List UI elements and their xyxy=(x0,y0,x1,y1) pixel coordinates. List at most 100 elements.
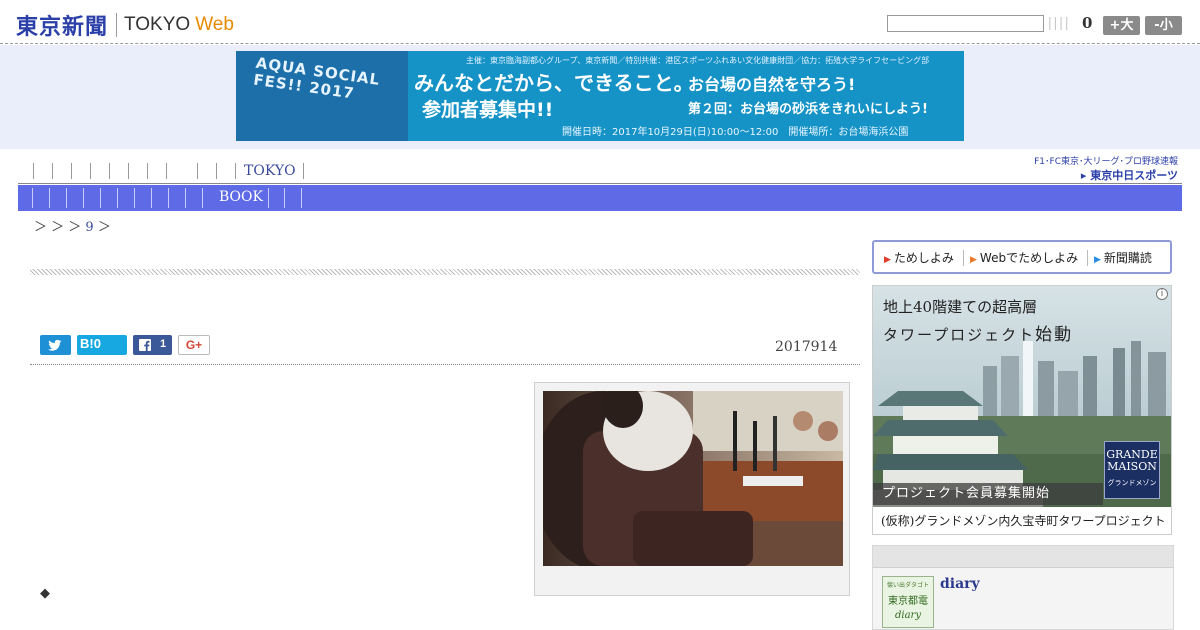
diary-thumbnail[interactable]: 懐い出ダタゴト 東京都電 diary xyxy=(882,576,934,628)
ad-subheadline: タワープロジェクト始動 xyxy=(883,320,1073,345)
article-photo[interactable] xyxy=(543,391,843,566)
ad-headline: 地上40階建ての超高層 xyxy=(883,298,1038,316)
chunichi-sports-link[interactable]: F1･FC東京･大リーグ･プロ野球速報 ▸ 東京中日スポーツ xyxy=(1024,154,1178,183)
breadcrumb: ＞ ＞ ＞ 9 ＞ xyxy=(34,216,111,235)
nav2-separator xyxy=(134,188,135,208)
subscribe-link[interactable]: ▶ 新聞購読 xyxy=(1094,249,1152,266)
facebook-count: 1 xyxy=(160,338,167,350)
chunichi-logo: ▸ 東京中日スポーツ xyxy=(1080,169,1178,182)
banner-shirt-text: AQUA SOCIAL FES!! 2017 xyxy=(252,53,382,103)
nav-separator xyxy=(128,163,129,179)
breadcrumb-prefix: ＞ ＞ ＞ xyxy=(34,220,82,235)
font-size-down-button[interactable]: -小 xyxy=(1145,16,1182,35)
ad-cta-bar: プロジェクト会員募集開始 xyxy=(873,483,1103,505)
nav-separator xyxy=(302,163,304,179)
nav-item-tokyo[interactable]: TOKYO xyxy=(244,163,296,179)
nav-separator xyxy=(216,163,217,179)
nav2-separator xyxy=(168,188,169,208)
primary-nav: TOKYO xyxy=(33,159,322,183)
banner-subheadline: お台場の自然を守ろう! xyxy=(688,75,856,94)
grande-maison-logo: GRANDE MAISON グランドメゾン xyxy=(1104,441,1160,499)
nav-item-book[interactable]: BOOK xyxy=(219,189,263,205)
diary-box-header xyxy=(873,546,1173,568)
banner-sponsor: 主催：東京臨海副都心グループ、東京新聞／特別共催：港区スポーツふれあい文化健康財… xyxy=(466,56,930,65)
event-banner[interactable]: AQUA SOCIAL FES!! 2017 主催：東京臨海副都心グループ、東京… xyxy=(236,51,964,141)
nav2-separator xyxy=(83,188,84,208)
chunichi-caption: F1･FC東京･大リーグ･プロ野球速報 xyxy=(1034,157,1178,167)
subscribe-label: 新聞購読 xyxy=(1103,251,1152,265)
trial-read-link[interactable]: ▶ ためしよみ xyxy=(884,249,954,266)
facebook-share-button[interactable]: 1 xyxy=(133,335,172,355)
breadcrumb-suffix: ＞ xyxy=(97,220,111,235)
diary-thumb-sub: diary xyxy=(895,610,921,621)
sidebar-advertisement[interactable]: i 地上40階建ての超高層 タワープロジェクト始動 GRANDE MAISON … xyxy=(872,285,1172,535)
brand-line-3: グランドメゾン xyxy=(1107,479,1157,487)
google-plus-share-button[interactable]: G+ xyxy=(178,335,210,355)
trial-read-label: ためしよみ xyxy=(893,251,954,265)
nav-separator xyxy=(197,163,198,179)
facebook-icon xyxy=(139,339,151,351)
header-count: 0 xyxy=(1082,14,1093,32)
banner-shirt-image: AQUA SOCIAL FES!! 2017 xyxy=(236,51,408,141)
nav2-separator xyxy=(268,188,269,208)
twitter-share-button[interactable] xyxy=(40,335,71,355)
nav-separator xyxy=(166,163,167,179)
nav2-separator xyxy=(301,188,302,208)
search-input[interactable] xyxy=(887,15,1044,32)
diary-thumb-caption: 懐い出ダタゴト xyxy=(886,582,929,589)
nav2-separator xyxy=(284,188,285,208)
nav-separator xyxy=(71,163,72,179)
banner-headline: みんなとだから、できること。 xyxy=(414,71,694,95)
arrow-right-icon: ▶ xyxy=(970,255,977,265)
press-conference-photo-illustration xyxy=(543,391,843,566)
hatena-bookmark-button[interactable]: B!0 xyxy=(77,335,127,355)
arrow-right-icon: ▶ xyxy=(884,255,891,265)
ad-footer: (仮称)グランドメゾン内久宝寺町タワープロジェクト xyxy=(873,507,1171,534)
menu-divider xyxy=(963,250,964,266)
diary-link[interactable]: diary xyxy=(940,576,980,592)
nav2-separator xyxy=(32,188,33,208)
nav-separator xyxy=(52,163,53,179)
menu-divider xyxy=(1087,250,1088,266)
paragraph-bullet: ◆ xyxy=(40,586,50,601)
ad-subheadline-b: 始動 xyxy=(1035,325,1074,345)
article-photo-frame xyxy=(534,382,850,596)
web-trial-read-label: Webでためしよみ xyxy=(979,251,1079,265)
banner-recruit: 参加者募集中!! xyxy=(422,99,554,121)
nav2-separator xyxy=(49,188,50,208)
hatena-label: B!0 xyxy=(80,336,101,351)
breadcrumb-page-link[interactable]: 9 xyxy=(85,220,93,235)
font-size-up-button[interactable]: +大 xyxy=(1103,16,1140,35)
nav2-separator xyxy=(117,188,118,208)
nav-separator xyxy=(235,163,236,179)
nav-separator xyxy=(109,163,110,179)
logo-web: Web xyxy=(195,14,234,35)
web-trial-read-link[interactable]: ▶ Webでためしよみ xyxy=(970,249,1078,266)
banner-date: 開催日時：2017年10月29日(日)10:00〜12:00 開催場所：お台場海… xyxy=(562,127,909,138)
site-logo[interactable]: 東京新聞 TOKYO Web xyxy=(16,9,234,41)
nav2-separator xyxy=(100,188,101,208)
nav-separator xyxy=(33,163,34,179)
arrow-right-icon: ▶ xyxy=(1094,255,1101,265)
header-separators: |||| xyxy=(1048,14,1071,30)
nav-separator xyxy=(90,163,91,179)
subscription-menu: ▶ ためしよみ ▶ Webでためしよみ ▶ 新聞購読 xyxy=(872,240,1172,274)
diary-thumb-title: 東京都電 xyxy=(888,596,928,607)
ad-subheadline-a: タワープロジェクト xyxy=(883,326,1036,344)
banner-round: 第２回：お台場の砂浜をきれいにしよう! xyxy=(688,102,928,117)
nav-rule xyxy=(18,183,1182,184)
nav2-separator xyxy=(151,188,152,208)
logo-en: TOKYO xyxy=(124,14,191,35)
article-date-rule xyxy=(30,364,860,365)
nav2-separator xyxy=(66,188,67,208)
nav-separator xyxy=(147,163,148,179)
logo-divider xyxy=(116,13,118,37)
brand-line-2: MAISON xyxy=(1107,460,1157,473)
site-header: 東京新聞 TOKYO Web |||| 0 +大 -小 xyxy=(0,0,1200,44)
ad-info-icon[interactable]: i xyxy=(1156,288,1168,300)
logo-jp: 東京新聞 xyxy=(16,14,109,40)
twitter-bird-icon xyxy=(48,339,62,351)
nav2-separator xyxy=(202,188,203,208)
secondary-nav: BOOK xyxy=(18,185,1182,211)
diary-box: 懐い出ダタゴト 東京都電 diary diary xyxy=(872,545,1174,630)
